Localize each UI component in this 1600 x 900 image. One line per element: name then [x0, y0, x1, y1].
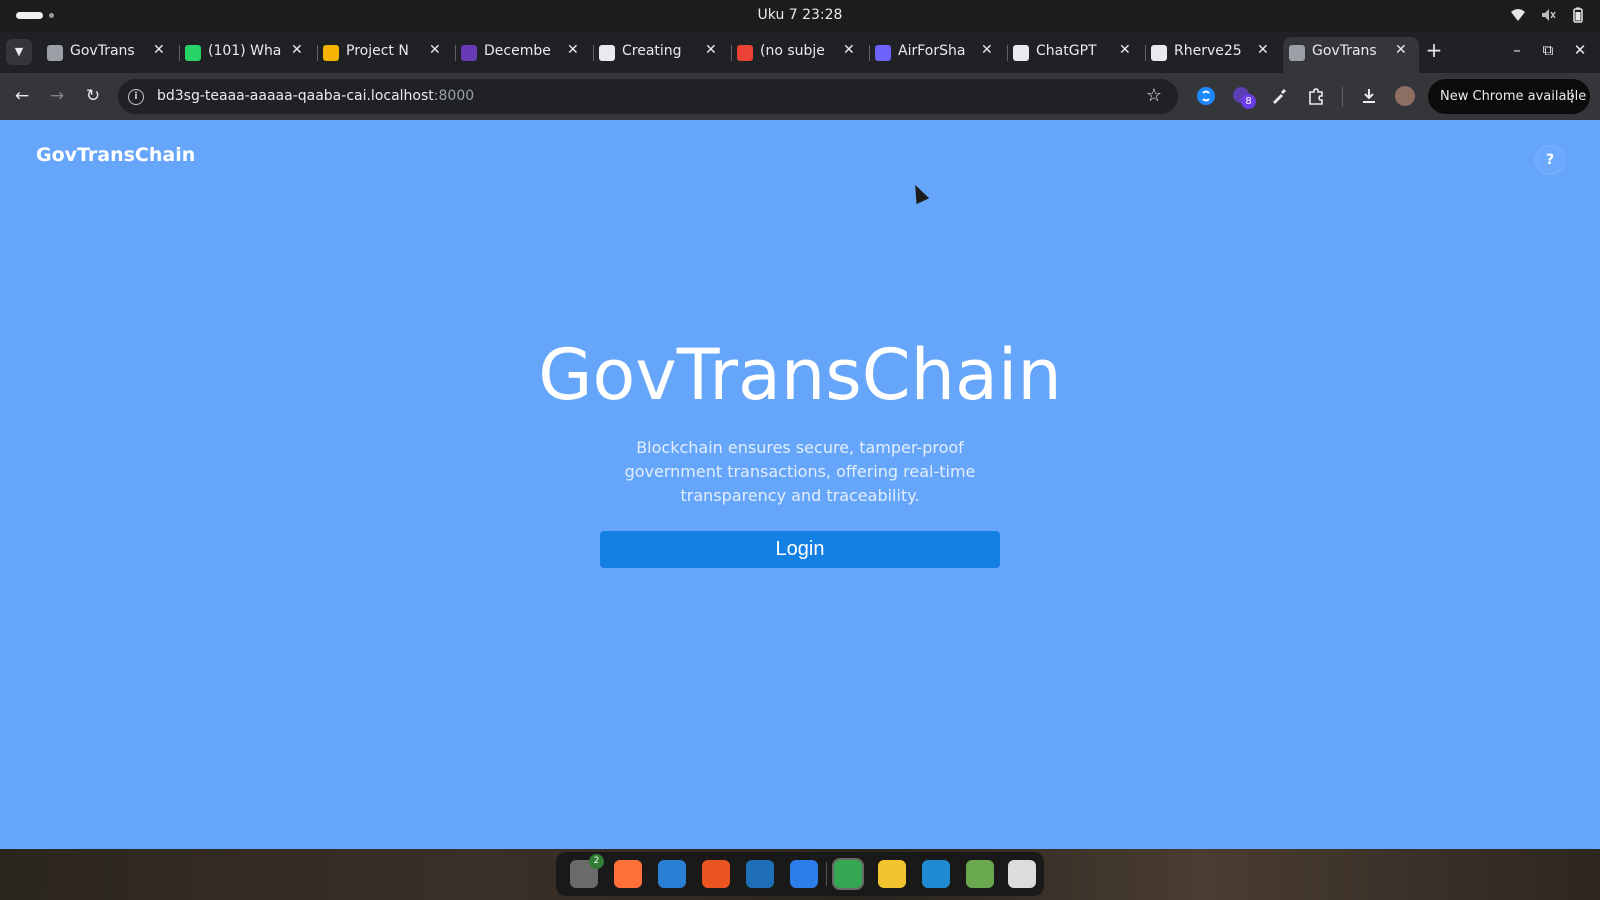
eyedropper-extension-icon[interactable] — [1269, 86, 1289, 106]
hero-subtitle: Blockchain ensures secure, tamper-proof … — [624, 438, 976, 505]
tab-title: (no subje — [760, 43, 825, 59]
system-top-bar: Uku 7 23:28 — [0, 0, 1600, 31]
close-tab-icon[interactable]: ✕ — [153, 42, 165, 58]
globe-icon — [47, 45, 63, 61]
browser-tab[interactable]: Decembe ✕ — [455, 37, 594, 69]
url-port: :8000 — [433, 88, 475, 104]
files-icon[interactable]: 2 — [570, 854, 604, 888]
system-clock[interactable]: Uku 7 23:28 — [0, 7, 1600, 23]
close-tab-icon[interactable]: ✕ — [429, 42, 441, 58]
shazam-extension-icon[interactable] — [1196, 86, 1216, 106]
browser-tab[interactable]: GovTrans ✕ — [41, 37, 180, 69]
downloads-icon[interactable] — [1359, 86, 1379, 106]
whatsapp-icon — [185, 45, 201, 61]
browser-tab[interactable]: ChatGPT ✕ — [1007, 37, 1146, 69]
tab-title: Project N — [346, 43, 409, 59]
browser-tab[interactable]: GovTrans ✕ — [1283, 37, 1419, 73]
thunderbird-icon[interactable] — [658, 860, 686, 888]
help-button[interactable]: ? — [1536, 146, 1564, 174]
dock: 2 — [556, 852, 1044, 896]
close-tab-icon[interactable]: ✕ — [843, 42, 855, 58]
close-window-button[interactable]: ✕ — [1570, 41, 1590, 59]
show-apps-icon[interactable] — [1008, 860, 1036, 888]
close-tab-icon[interactable]: ✕ — [1119, 42, 1131, 58]
github-icon — [1151, 45, 1167, 61]
page-viewport: GovTransChain ? GovTransChain Blockchain… — [0, 120, 1600, 849]
dock-badge: 2 — [589, 854, 604, 869]
tab-title: AirForSha — [898, 43, 966, 59]
navbar-brand[interactable]: GovTransChain — [36, 144, 195, 166]
help-icon[interactable] — [790, 860, 818, 888]
volume-muted-icon — [1542, 9, 1556, 21]
browser-tab[interactable]: Creating ✕ — [593, 37, 732, 69]
browser-tab[interactable]: AirForSha ✕ — [869, 37, 1008, 69]
tab-title: Creating — [622, 43, 682, 59]
chrome-icon[interactable] — [832, 858, 864, 890]
wifi-icon — [1511, 9, 1525, 21]
chatgpt-icon — [1013, 45, 1029, 61]
text-editor-icon[interactable] — [878, 860, 906, 888]
browser-tab[interactable]: (no subje ✕ — [731, 37, 870, 69]
tab-title: Decembe — [484, 43, 551, 59]
close-tab-icon[interactable]: ✕ — [1395, 42, 1407, 58]
close-tab-icon[interactable]: ✕ — [981, 42, 993, 58]
slides-icon — [323, 45, 339, 61]
dock-separator — [826, 862, 827, 886]
extension-badge-count: 8 — [1241, 94, 1256, 109]
bookmark-star-icon[interactable]: ☆ — [1146, 85, 1162, 106]
tab-search-button[interactable]: ▼ — [6, 39, 32, 65]
browser-tab[interactable]: (101) Wha ✕ — [179, 37, 318, 69]
close-tab-icon[interactable]: ✕ — [291, 42, 303, 58]
page-icon — [599, 45, 615, 61]
gmail-icon — [737, 45, 753, 61]
trash-icon[interactable] — [966, 860, 994, 888]
firefox-icon[interactable] — [614, 860, 642, 888]
mouse-cursor-icon — [908, 181, 930, 205]
reload-button[interactable]: ↻ — [82, 85, 104, 107]
extensions-puzzle-icon[interactable] — [1306, 86, 1326, 106]
airforshare-icon — [875, 45, 891, 61]
close-tab-icon[interactable]: ✕ — [1257, 42, 1269, 58]
browser-toolbar: ← → ↻ i bd3sg-teaaa-aaaaa-qaaba-cai.loca… — [0, 73, 1600, 120]
back-button[interactable]: ← — [11, 85, 33, 107]
tab-title: (101) Wha — [208, 43, 282, 59]
browser-tab[interactable]: Project N ✕ — [317, 37, 456, 69]
browser-tab[interactable]: Rherve25 ✕ — [1145, 37, 1284, 69]
browser-tab-strip: ▼ GovTrans ✕ (101) Wha ✕ Project N ✕ Decembe ✕ C… — [0, 31, 1600, 73]
toolbar-divider — [1342, 87, 1343, 107]
vscode-icon[interactable] — [922, 860, 950, 888]
maximize-button[interactable]: ⧉ — [1538, 41, 1558, 59]
globe-icon — [1289, 45, 1305, 61]
address-bar[interactable]: i bd3sg-teaaa-aaaaa-qaaba-cai.localhost:… — [118, 79, 1178, 114]
url-host: bd3sg-teaaa-aaaaa-qaaba-cai.localhost — [157, 88, 434, 104]
battery-icon — [1573, 7, 1583, 23]
close-tab-icon[interactable]: ✕ — [567, 42, 579, 58]
app-center-icon[interactable] — [702, 860, 730, 888]
writer-icon[interactable] — [746, 860, 774, 888]
forms-icon — [461, 45, 477, 61]
tab-title: GovTrans — [1312, 43, 1377, 59]
address-url[interactable]: bd3sg-teaaa-aaaaa-qaaba-cai.localhost:80… — [157, 88, 474, 104]
minimize-button[interactable]: – — [1507, 41, 1527, 59]
forward-button[interactable]: → — [46, 85, 68, 107]
system-tray[interactable] — [1510, 7, 1586, 23]
profile-avatar[interactable] — [1395, 86, 1415, 106]
site-info-icon[interactable]: i — [128, 89, 144, 105]
tab-title: ChatGPT — [1036, 43, 1097, 59]
tab-title: GovTrans — [70, 43, 135, 59]
new-chrome-available-button[interactable]: New Chrome available ⋮ — [1428, 79, 1590, 114]
extension-badge-icon[interactable]: 8 — [1232, 86, 1256, 109]
tab-title: Rherve25 — [1174, 43, 1242, 59]
chrome-menu-icon[interactable]: ⋮ — [1564, 86, 1580, 105]
close-tab-icon[interactable]: ✕ — [705, 42, 717, 58]
new-tab-button[interactable]: + — [1422, 39, 1446, 63]
login-button[interactable]: Login — [600, 531, 1000, 568]
hero-title: GovTransChain — [538, 334, 1062, 416]
